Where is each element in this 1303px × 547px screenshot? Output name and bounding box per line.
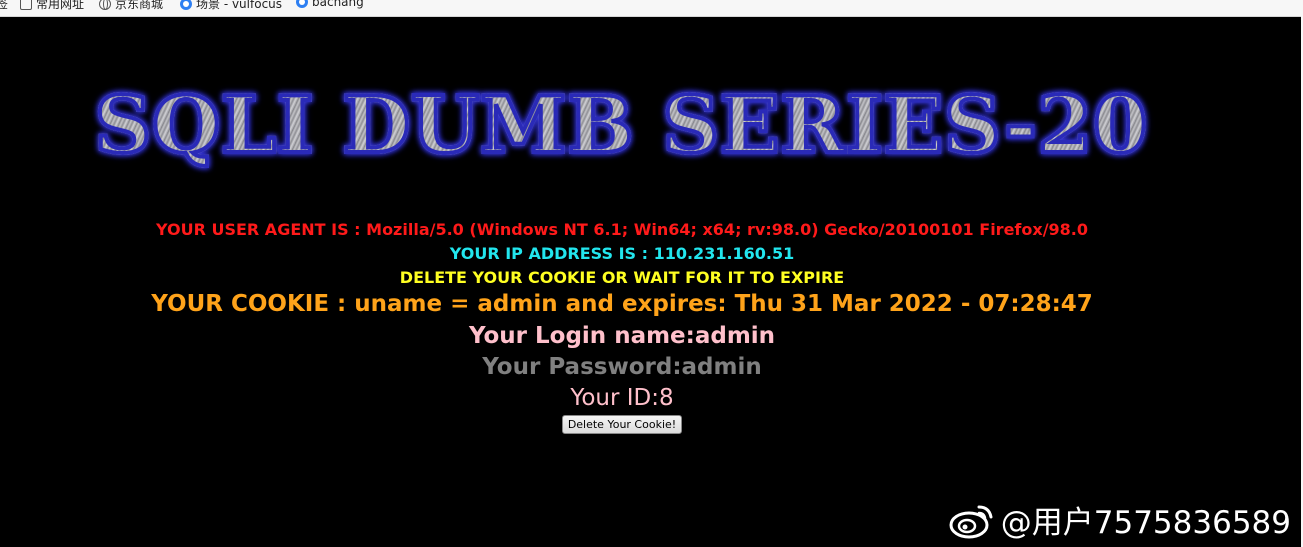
site-icon <box>296 0 308 8</box>
bookmark-jd[interactable]: 京东商城 <box>99 0 163 12</box>
site-icon <box>180 0 192 10</box>
delete-cookie-button[interactable]: Delete Your Cookie! <box>561 415 683 434</box>
user-agent-text: YOUR USER AGENT IS : Mozilla/5.0 (Window… <box>155 220 1089 239</box>
watermark-text: @用户7575836589 <box>1000 505 1291 541</box>
bookmark-vulfocus[interactable]: 场景 - vulfocus <box>180 0 282 12</box>
bookmark-leading-fragment[interactable]: 签 <box>0 0 8 12</box>
cookie-text: YOUR COOKIE : uname = admin and expires:… <box>151 291 1093 317</box>
bookmark-folder-common[interactable]: 常用网址 <box>20 0 84 12</box>
folder-icon <box>20 0 32 10</box>
watermark: @用户7575836589 <box>949 497 1291 542</box>
banner-title: SQLI DUMB SERIES-20 <box>93 78 1149 180</box>
user-id-text: Your ID:8 <box>570 385 674 411</box>
delete-cookie-notice: DELETE YOUR COOKIE OR WAIT FOR IT TO EXP… <box>399 268 845 287</box>
globe-icon <box>99 0 111 10</box>
bookmarks-bar: 签 常用网址 京东商城 场景 - vulfocus bachang <box>0 0 1303 17</box>
weibo-icon <box>949 505 993 538</box>
password-text: Your Password:admin <box>482 354 762 380</box>
login-name-text: Your Login name:admin <box>468 323 776 349</box>
banner: SQLI DUMB SERIES-20 <box>0 78 1303 180</box>
ip-address-text: YOUR IP ADDRESS IS : 110.231.160.51 <box>449 244 795 263</box>
bookmark-bachang[interactable]: bachang <box>296 0 364 9</box>
delete-cookie-form: Delete Your Cookie! <box>0 415 1244 434</box>
